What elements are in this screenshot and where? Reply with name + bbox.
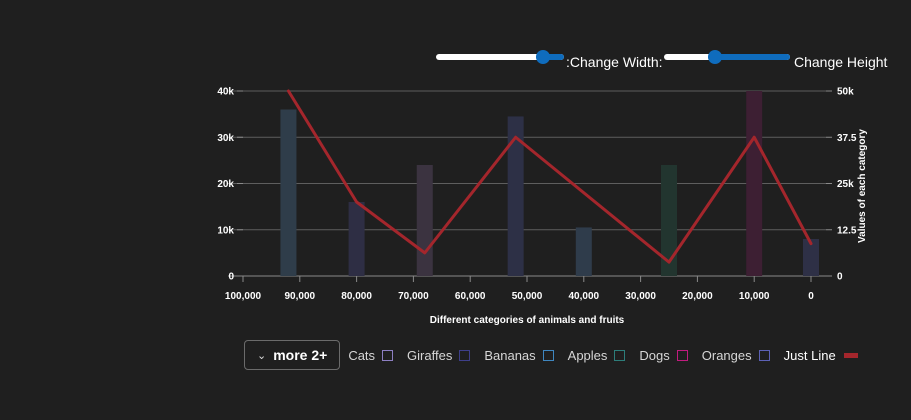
legend-overflow-label: more 2+ (273, 347, 328, 363)
y2-tick-label: 25k (837, 179, 854, 190)
bar (746, 91, 763, 276)
legend-item-just-line[interactable]: Just Line (784, 348, 858, 363)
x-tick-label: 70,000 (398, 291, 429, 302)
chevron-down-icon: ⌄ (257, 349, 267, 362)
x-tick-label: 0 (808, 291, 814, 302)
y-tick-label: 40k (217, 87, 234, 98)
x-tick-label: 60,000 (455, 291, 486, 302)
legend-swatch (459, 349, 471, 361)
legend-overflow-button[interactable]: ⌄ more 2+ (244, 340, 341, 370)
legend-item-label: Cats (348, 347, 376, 363)
bar (416, 165, 433, 276)
y-tick-label: 30k (217, 133, 234, 144)
legend-swatch (758, 349, 770, 361)
legend-item-label: Apples (567, 347, 608, 363)
y2-tick-label: 37.5 (837, 133, 857, 144)
legend-item-label: Just Line (783, 347, 836, 363)
legend-swatch (843, 352, 858, 358)
legend-item-dogs[interactable]: Dogs (639, 347, 688, 363)
x-tick-label: 50,000 (512, 291, 543, 302)
chart-legend: ⌄ more 2+ Cats Giraffes Bananas Apples D… (244, 339, 872, 371)
y2-axis-title: Values of each category (857, 129, 868, 243)
x-tick-label: 90,000 (285, 291, 316, 302)
legend-swatch (382, 349, 394, 361)
y2-tick-label: 50k (837, 87, 854, 98)
legend-item-bananas[interactable]: Bananas (484, 347, 554, 363)
x-tick-label: 30,000 (625, 291, 656, 302)
y2-tick-label: 0 (837, 272, 843, 283)
legend-swatch (542, 349, 554, 361)
y-tick-label: 10k (217, 225, 234, 236)
x-tick-label: 80,000 (341, 291, 372, 302)
x-axis-title: Different categories of animals and frui… (430, 315, 625, 326)
bar (575, 227, 592, 276)
x-tick-label: 100,000 (225, 291, 262, 302)
chart-plot: 0 10k 20k 30k 40k 0 12.5 25k 37.5 50k 100,000 90,00… (217, 87, 868, 327)
legend-item-label: Dogs (639, 347, 670, 363)
legend-item-label: Bananas (484, 347, 536, 363)
y2-tick-label: 12.5 (837, 225, 857, 236)
x-tick-label: 40,000 (569, 291, 600, 302)
y-tick-label: 20k (217, 179, 234, 190)
legend-item-oranges[interactable]: Oranges (702, 348, 770, 363)
line-series-just-line (286, 89, 813, 264)
legend-item-label: Giraffes (407, 347, 453, 363)
legend-swatch (614, 349, 626, 361)
y-tick-label: 0 (228, 272, 234, 283)
legend-swatch (676, 349, 688, 361)
bar (348, 202, 365, 276)
legend-item-label: Oranges (701, 347, 752, 363)
bar (280, 109, 297, 276)
x-tick-label: 20,000 (682, 291, 713, 302)
legend-item-apples[interactable]: Apples (568, 348, 626, 363)
legend-item-cats[interactable]: Cats (348, 347, 394, 363)
legend-item-giraffes[interactable]: Giraffes (407, 347, 471, 363)
x-tick-label: 10,000 (739, 291, 770, 302)
